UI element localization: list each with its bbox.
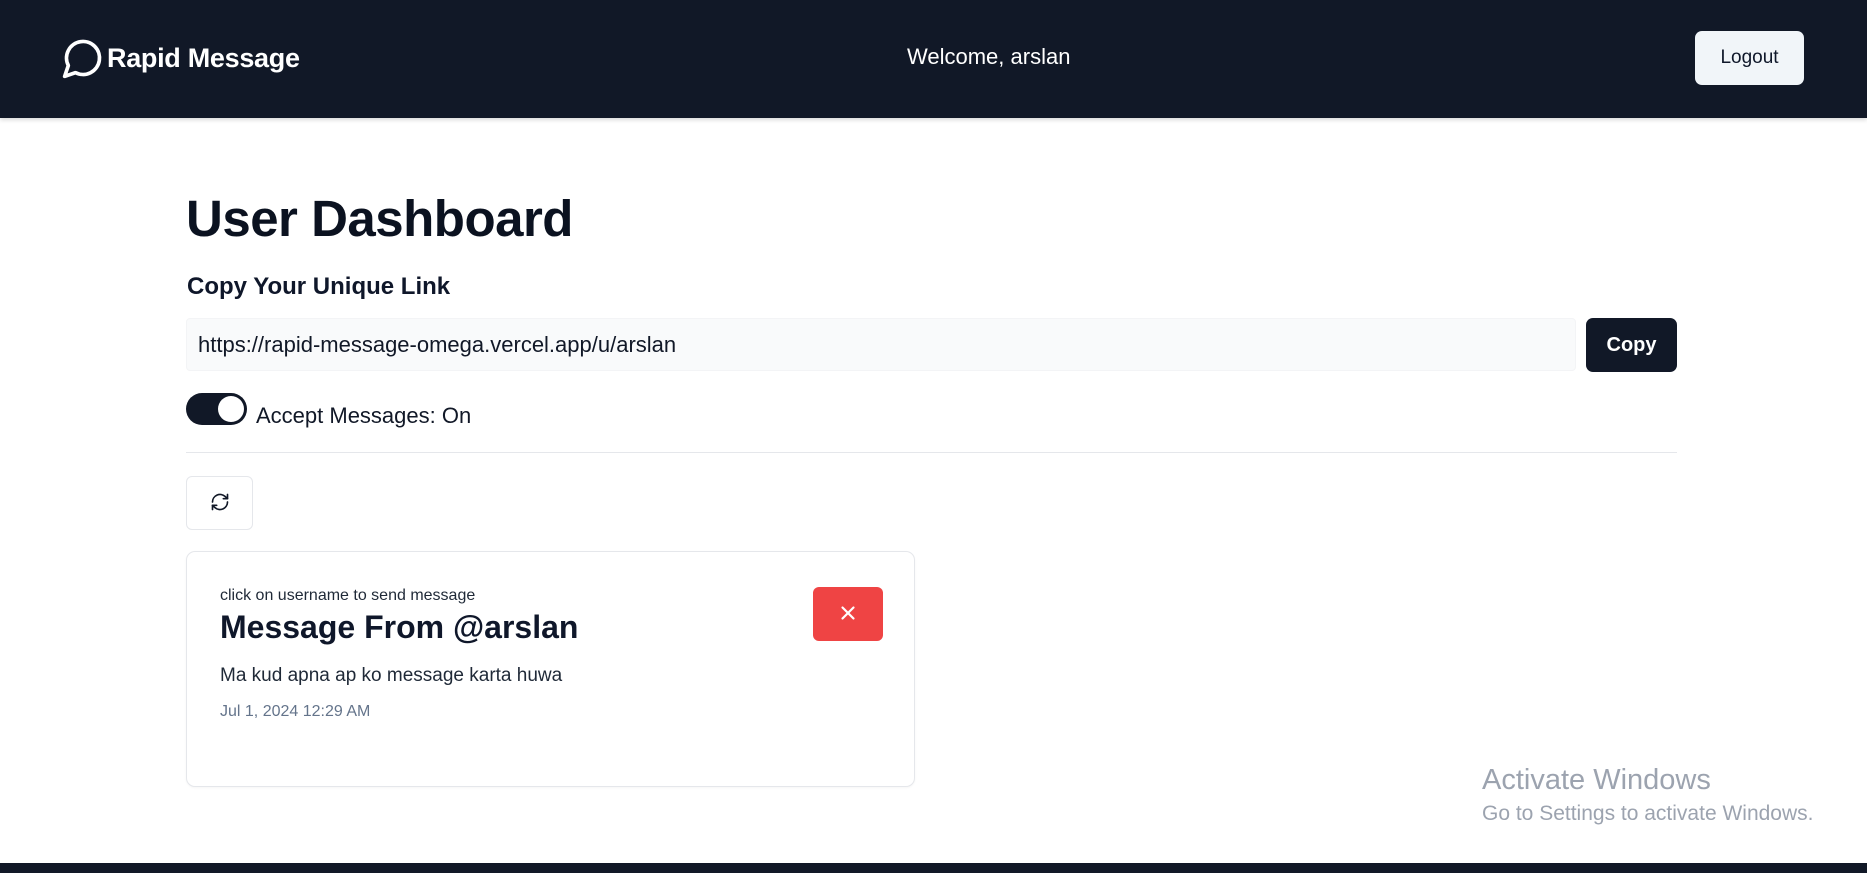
watermark-title: Activate Windows <box>1482 764 1711 796</box>
top-navbar: Rapid Message Welcome, arslan Logout <box>0 0 1867 118</box>
close-icon <box>837 602 859 627</box>
refresh-button[interactable] <box>186 476 253 530</box>
welcome-text: Welcome, arslan <box>907 44 1071 69</box>
switch-knob <box>218 396 244 422</box>
message-card: click on username to send message Messag… <box>186 551 915 787</box>
message-circle-icon <box>61 36 105 80</box>
windows-activation-watermark: Activate Windows Go to Settings to activ… <box>1482 762 1814 826</box>
accept-messages-switch[interactable] <box>186 393 247 425</box>
message-content: Ma kud apna ap ko message karta huwa <box>220 665 563 686</box>
accept-messages-label: Accept Messages: On <box>256 403 472 428</box>
brand-logo-link[interactable]: Rapid Message <box>61 36 300 80</box>
message-sender-link[interactable]: Message From @arslan <box>220 609 578 646</box>
unique-link-input[interactable] <box>186 318 1576 371</box>
logout-button[interactable]: Logout <box>1695 31 1804 85</box>
unique-link-label: Copy Your Unique Link <box>187 273 451 300</box>
separator <box>186 452 1677 453</box>
footer-bar <box>0 863 1867 873</box>
refresh-icon <box>210 492 230 515</box>
copy-button[interactable]: Copy <box>1586 318 1677 372</box>
message-hint: click on username to send message <box>220 587 476 604</box>
message-date: Jul 1, 2024 12:29 AM <box>220 703 371 720</box>
delete-message-button[interactable] <box>813 587 883 641</box>
brand-name: Rapid Message <box>107 42 300 73</box>
watermark-subtitle: Go to Settings to activate Windows. <box>1482 802 1814 825</box>
page-title: User Dashboard <box>186 190 573 247</box>
